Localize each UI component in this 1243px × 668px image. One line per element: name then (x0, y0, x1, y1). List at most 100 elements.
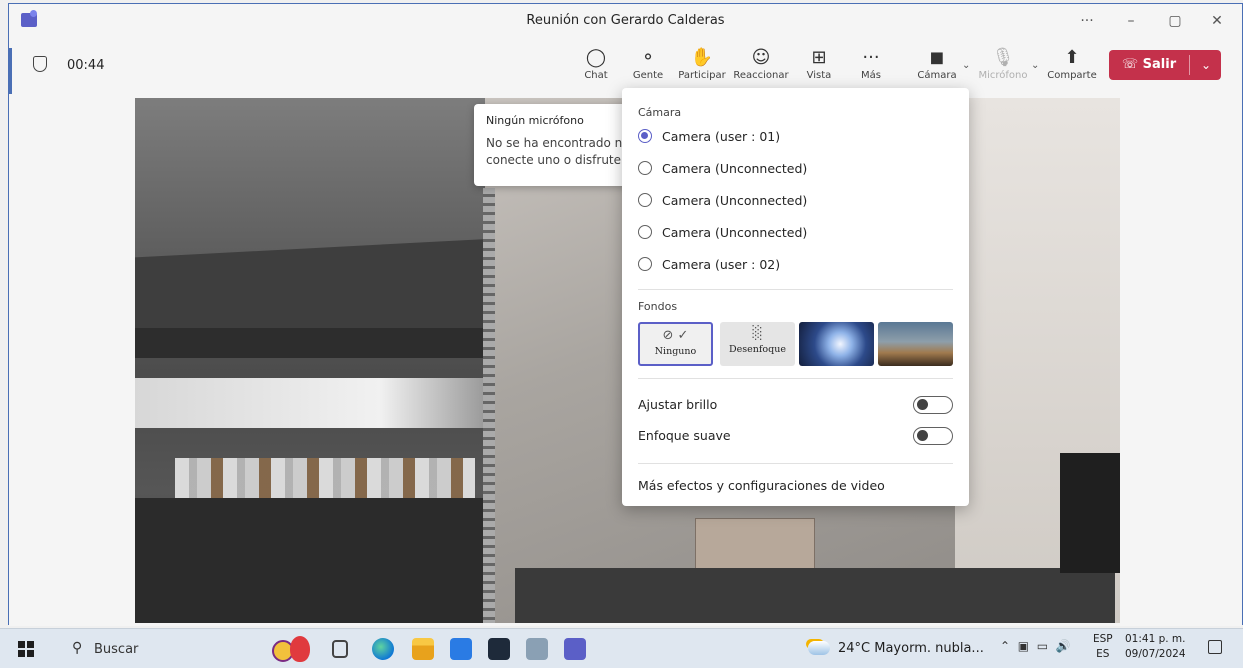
camera-icon: ◼ (929, 47, 945, 68)
taskbar-search[interactable]: ⚲ Buscar (62, 635, 262, 663)
camera-option-label: Camera (user : 02) (662, 256, 781, 272)
video-counter (135, 498, 495, 623)
microphone-button[interactable]: 🎙 Micrófono (975, 46, 1031, 90)
title-bar: Reunión con Gerardo Calderas ··· – ▢ ✕ (9, 4, 1242, 38)
camera-option[interactable]: Camera (user : 01) (638, 126, 780, 146)
teams-taskbar-icon[interactable] (564, 638, 586, 660)
smiley-icon: ☺ (751, 47, 771, 68)
background-space-image-tile[interactable] (799, 322, 874, 366)
volume-icon[interactable]: 🔊 (1056, 639, 1071, 653)
radio-icon (638, 193, 652, 207)
view-button[interactable]: ⊞ Vista (791, 46, 847, 90)
react-label: Reaccionar (733, 70, 789, 81)
leave-button[interactable]: ☏ Salir (1109, 50, 1189, 80)
maximize-button[interactable]: ▢ (1159, 10, 1191, 32)
soft-focus-toggle[interactable] (913, 427, 953, 445)
menu-divider (638, 289, 953, 290)
backgrounds-section-label: Fondos (638, 300, 678, 313)
video-monitor (1060, 453, 1120, 573)
camera-options-chevron-icon[interactable]: ⌄ (962, 60, 970, 71)
raise-hand-icon: ✋ (690, 47, 714, 68)
menu-divider (638, 378, 953, 379)
people-label: Gente (632, 70, 664, 81)
mail-icon[interactable] (488, 638, 510, 660)
search-icon: ⚲ (72, 640, 83, 656)
camera-option[interactable]: Camera (Unconnected) (638, 222, 807, 242)
language-top: ESP (1093, 633, 1113, 645)
background-landscape-image-tile[interactable] (878, 322, 953, 366)
file-explorer-icon[interactable] (412, 638, 434, 660)
radio-icon (638, 225, 652, 239)
meeting-toolbar: 00:44 ◯ Chat ⚬ Gente ✋ Participar ☺ Reac… (9, 38, 1242, 94)
shield-icon (33, 56, 47, 72)
share-button[interactable]: ⬆ Comparte (1044, 46, 1100, 90)
camera-option-label: Camera (Unconnected) (662, 160, 808, 176)
camera-settings-menu: Cámara Camera (user : 01) Camera (Unconn… (622, 88, 969, 506)
leave-button-group: ☏ Salir ⌄ (1109, 50, 1221, 80)
camera-option[interactable]: Camera (Unconnected) (638, 158, 807, 178)
video-desk (515, 568, 1115, 623)
display-icon[interactable]: ▭ (1037, 639, 1048, 653)
app-icon[interactable] (526, 638, 548, 660)
video-bottles (175, 458, 475, 502)
raise-hand-label: Participar (678, 70, 726, 81)
menu-divider (638, 463, 953, 464)
share-icon: ⬆ (1064, 47, 1080, 68)
video-pole (483, 188, 495, 623)
language-bottom: ES (1096, 648, 1110, 660)
background-blur-tile[interactable]: ░ Desenfoque (720, 322, 795, 366)
microphone-icon: 🎙 (991, 47, 1015, 68)
store-icon[interactable] (450, 638, 472, 660)
screen: Reunión con Gerardo Calderas ··· – ▢ ✕ 0… (0, 0, 1243, 668)
background-none-label: Ninguno (654, 346, 697, 357)
camera-button[interactable]: ◼ Cámara (909, 46, 965, 90)
more-button[interactable]: ··· Más (843, 46, 899, 90)
notification-icon[interactable] (1208, 640, 1222, 654)
blur-icon: ░ (752, 326, 763, 341)
chat-label: Chat (584, 70, 608, 81)
adjust-brightness-toggle[interactable] (913, 396, 953, 414)
close-button[interactable]: ✕ (1201, 10, 1233, 32)
leave-divider (1189, 55, 1190, 75)
taskbar-clock[interactable]: 01:41 p. m. 09/07/2024 (1125, 632, 1186, 662)
chat-button[interactable]: ◯ Chat (568, 46, 624, 90)
window-left-accent (9, 48, 12, 96)
meeting-timer: 00:44 (67, 58, 105, 73)
system-tray[interactable]: ⌃ ▣ ▭ 🔊 (1000, 639, 1071, 653)
chat-icon: ◯ (585, 47, 607, 68)
soft-focus-row: Enfoque suave (638, 425, 953, 447)
no-microphone-tooltip: Ningún micrófono No se ha encontrado nin… (474, 104, 644, 186)
network-icon[interactable]: ▣ (1018, 639, 1029, 653)
people-button[interactable]: ⚬ Gente (620, 46, 676, 90)
window-title: Reunión con Gerardo Calderas (526, 13, 725, 28)
camera-option[interactable]: Camera (user : 02) (638, 254, 780, 274)
minimize-button[interactable]: – (1115, 10, 1147, 32)
microphone-label: Micrófono (978, 70, 1028, 81)
microphone-options-chevron-icon[interactable]: ⌄ (1031, 60, 1039, 71)
more-video-effects-link[interactable]: Más efectos y configuraciones de video (638, 478, 885, 493)
camera-option-label: Camera (Unconnected) (662, 192, 808, 208)
radio-icon (638, 161, 652, 175)
adjust-brightness-row: Ajustar brillo (638, 394, 953, 416)
background-none-tile[interactable]: ⊘ ✓ Ninguno (638, 322, 713, 366)
people-icon: ⚬ (640, 47, 656, 68)
raise-hand-button[interactable]: ✋ Participar (674, 46, 730, 90)
search-label: Buscar (94, 642, 139, 657)
task-view-icon[interactable] (332, 640, 348, 658)
more-options-button[interactable]: ··· (1071, 10, 1103, 32)
edge-browser-icon[interactable] (372, 638, 394, 660)
view-label: Vista (806, 70, 832, 81)
widgets-icon[interactable] (270, 634, 314, 664)
grid-icon: ⊞ (811, 47, 827, 68)
leave-options-chevron-icon[interactable]: ⌄ (1195, 50, 1217, 80)
more-label: Más (861, 70, 881, 81)
video-light-fixture (135, 378, 485, 428)
camera-option[interactable]: Camera (Unconnected) (638, 190, 807, 210)
windows-start-icon[interactable] (18, 641, 34, 657)
background-blur-label: Desenfoque (729, 344, 786, 355)
soft-focus-label: Enfoque suave (638, 428, 731, 443)
react-button[interactable]: ☺ Reaccionar (733, 46, 789, 90)
input-language[interactable]: ESP ES (1093, 632, 1113, 662)
clock-date: 09/07/2024 (1125, 648, 1186, 660)
chevron-up-icon[interactable]: ⌃ (1000, 639, 1010, 653)
